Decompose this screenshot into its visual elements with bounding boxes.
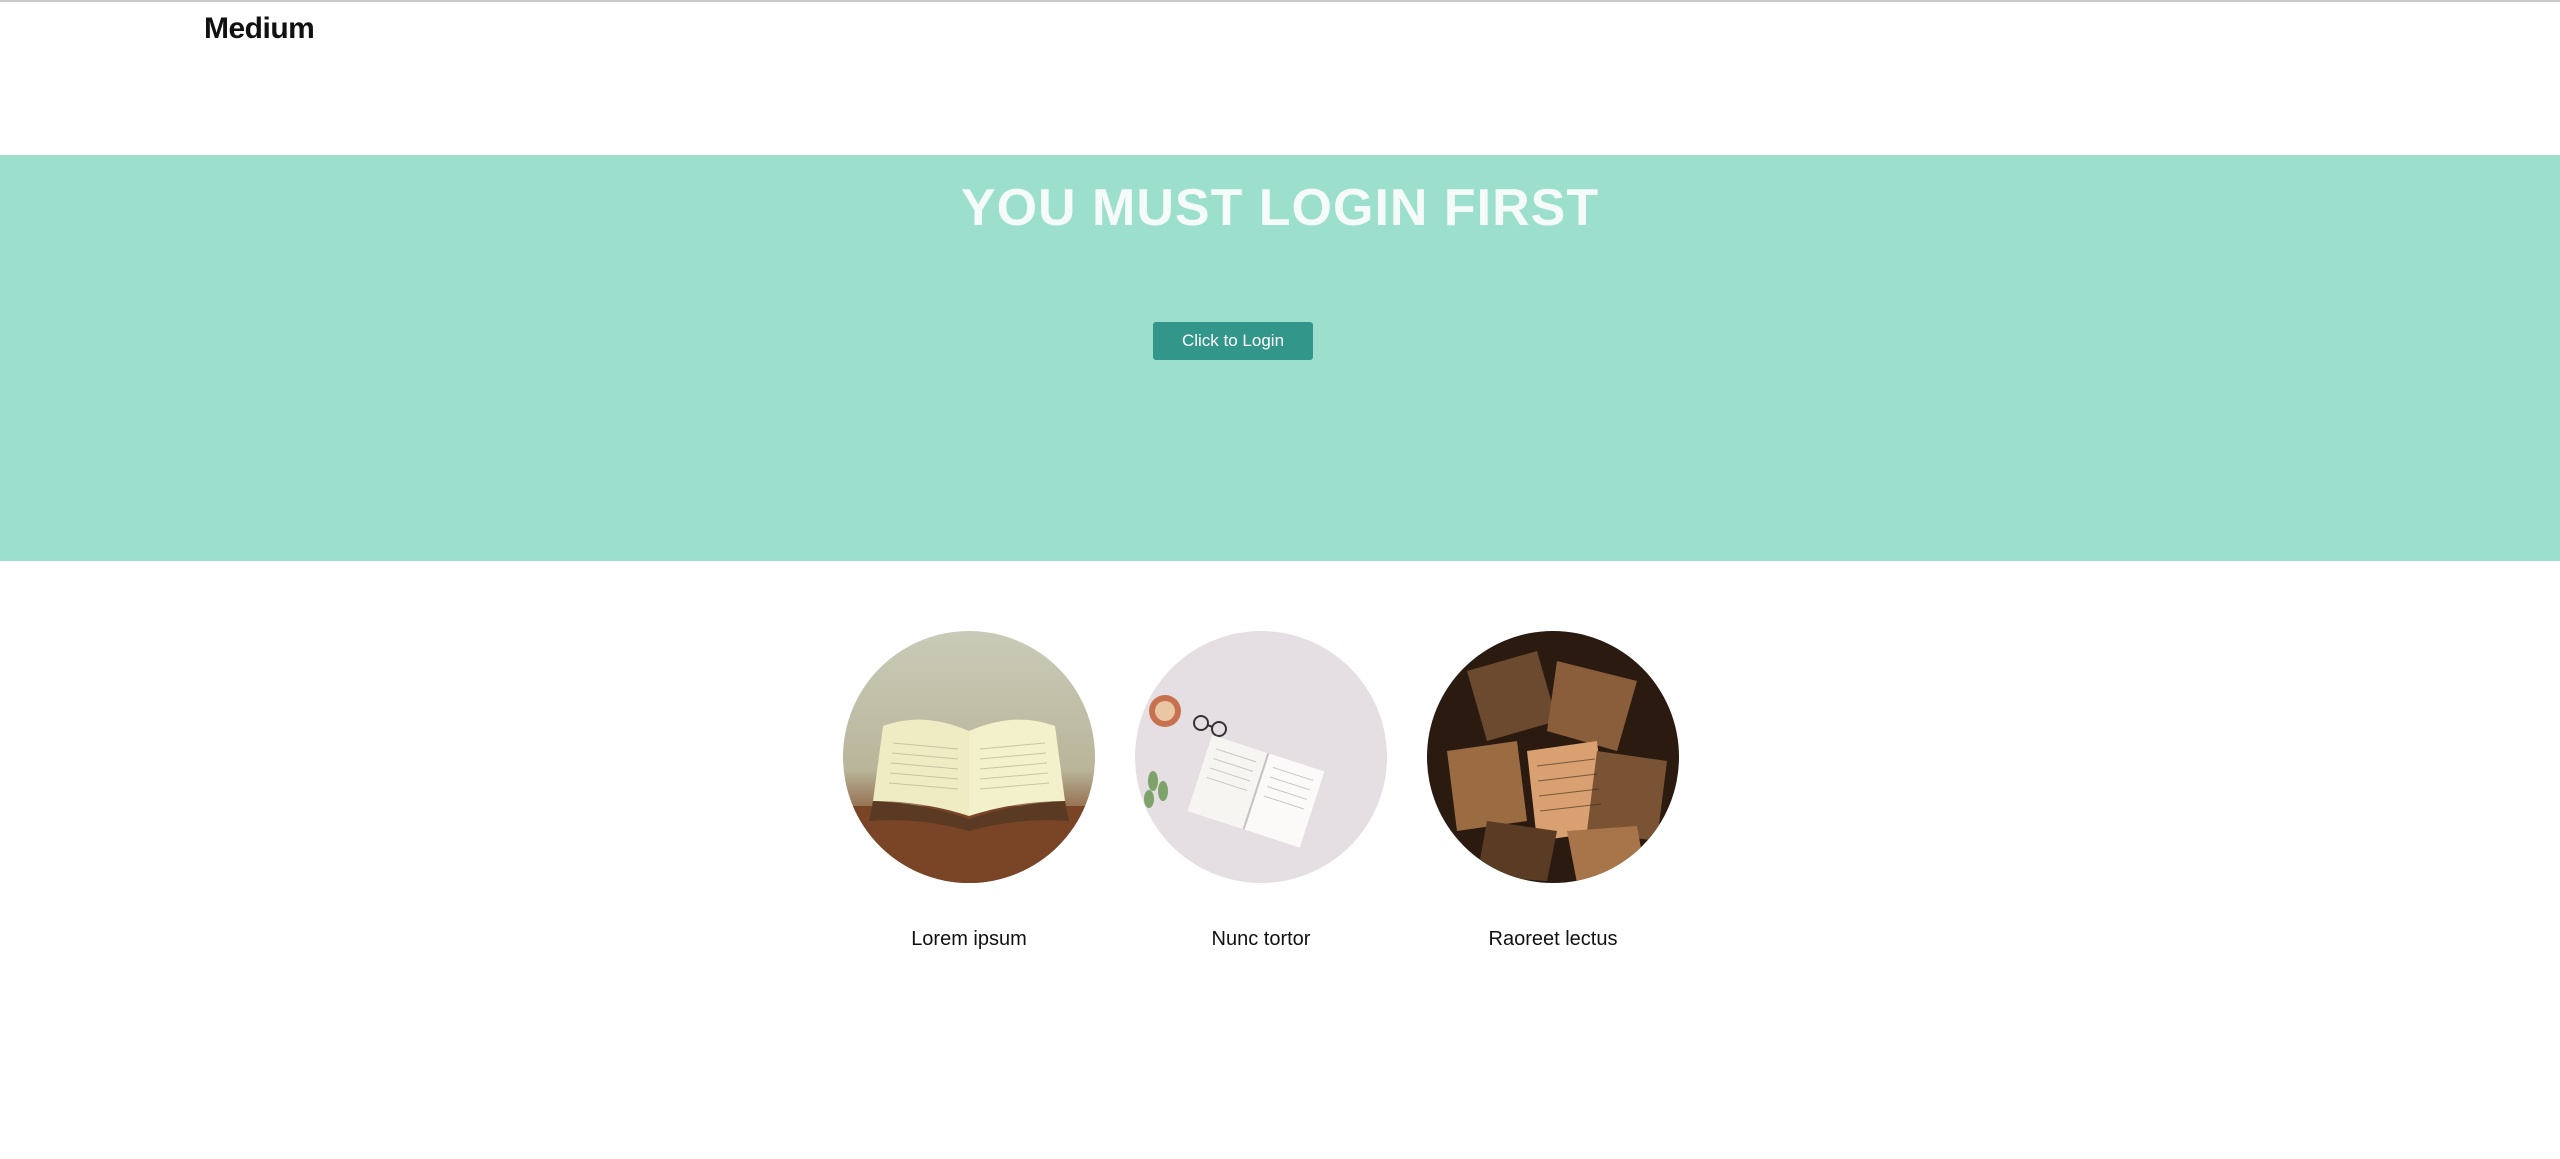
top-divider (0, 0, 2560, 2)
login-required-heading: YOU MUST LOGIN FIRST (960, 179, 1600, 237)
scattered-books-image[interactable] (1427, 631, 1679, 883)
site-logo[interactable]: Medium (204, 10, 315, 48)
card-label[interactable]: Nunc tortor (1115, 925, 1407, 953)
card-label[interactable]: Raoreet lectus (1407, 925, 1699, 953)
login-banner: YOU MUST LOGIN FIRST Click to Login (0, 155, 2560, 561)
open-book-image[interactable] (843, 631, 1095, 883)
login-button[interactable]: Click to Login (1153, 322, 1313, 360)
card-label[interactable]: Lorem ipsum (823, 925, 1115, 953)
book-with-glasses-image[interactable] (1135, 631, 1387, 883)
